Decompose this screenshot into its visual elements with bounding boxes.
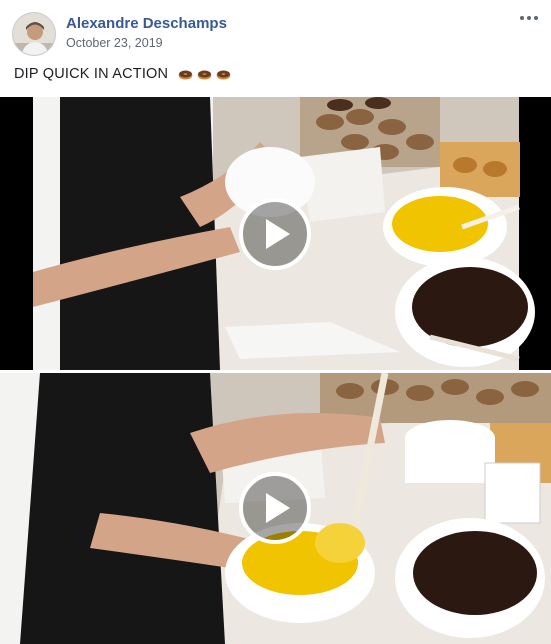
post-date[interactable]: October 23, 2019: [66, 36, 163, 50]
play-button-1[interactable]: [239, 198, 311, 270]
play-icon: [266, 219, 290, 249]
avatar-photo: [13, 13, 55, 55]
doughnut-icon: [178, 70, 193, 80]
author-avatar[interactable]: [12, 12, 56, 56]
more-options-icon[interactable]: [517, 6, 541, 30]
caption-text: DIP QUICK IN ACTION: [14, 66, 169, 82]
video-2[interactable]: [0, 373, 551, 644]
doughnut-emojis: [174, 69, 231, 80]
video-1[interactable]: [0, 97, 551, 370]
doughnut-icon: [216, 70, 231, 80]
doughnut-icon: [197, 70, 212, 80]
play-icon: [266, 493, 290, 523]
author-name[interactable]: Alexandre Deschamps: [66, 15, 227, 32]
post-caption: DIP QUICK IN ACTION: [14, 66, 231, 82]
facebook-post: Alexandre Deschamps October 23, 2019 DIP…: [0, 0, 551, 644]
play-button-2[interactable]: [239, 472, 311, 544]
